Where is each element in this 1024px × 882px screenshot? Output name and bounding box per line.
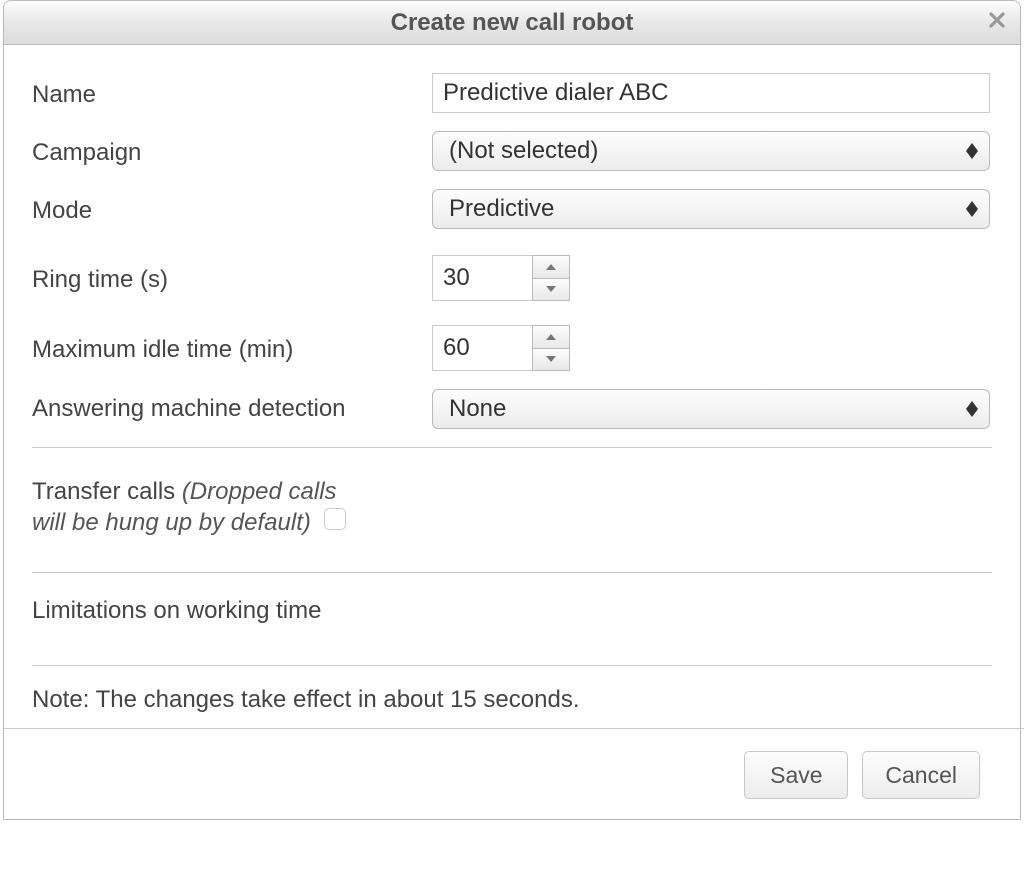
row-name: Name <box>32 73 992 113</box>
label-name: Name <box>32 75 432 110</box>
dialog-body: Name Campaign (Not selected) <box>4 45 1020 819</box>
mode-value: Predictive <box>449 195 554 223</box>
amd-value: None <box>449 395 506 423</box>
campaign-value: (Not selected) <box>449 137 598 165</box>
chevron-up-icon <box>546 264 556 270</box>
dialog-footer: Save Cancel <box>32 729 992 809</box>
transfer-checkbox[interactable] <box>324 508 346 530</box>
note-text: Note: The changes take effect in about 1… <box>32 686 992 714</box>
label-ring-time: Ring time (s) <box>32 260 432 295</box>
save-button[interactable]: Save <box>744 751 848 799</box>
max-idle-up-button[interactable] <box>532 325 570 348</box>
dialog: Create new call robot Name Campaign (Not… <box>3 0 1021 820</box>
cancel-button[interactable]: Cancel <box>862 751 980 799</box>
label-amd: Answering machine detection <box>32 389 432 424</box>
ring-time-input[interactable] <box>432 255 532 301</box>
row-campaign: Campaign (Not selected) <box>32 131 992 171</box>
label-transfer-main: Transfer calls <box>32 478 182 505</box>
row-ring-time: Ring time (s) <box>32 255 992 301</box>
chevron-down-icon <box>546 356 556 362</box>
row-transfer: Transfer calls (Dropped calls will be hu… <box>32 472 992 562</box>
label-mode: Mode <box>32 191 432 226</box>
separator <box>32 665 992 666</box>
chevron-down-icon <box>546 286 556 292</box>
row-amd: Answering machine detection None <box>32 389 992 429</box>
max-idle-down-button[interactable] <box>532 348 570 372</box>
ring-time-down-button[interactable] <box>532 278 570 302</box>
limitations-heading: Limitations on working time <box>32 597 992 625</box>
close-icon <box>987 10 1007 35</box>
mode-select[interactable]: Predictive <box>432 189 990 229</box>
row-mode: Mode Predictive <box>32 189 992 229</box>
dialog-header: Create new call robot <box>4 1 1020 45</box>
name-input[interactable] <box>432 73 990 113</box>
separator <box>32 572 992 573</box>
chevron-up-icon <box>546 334 556 340</box>
campaign-select[interactable]: (Not selected) <box>432 131 990 171</box>
ring-time-up-button[interactable] <box>532 255 570 278</box>
label-campaign: Campaign <box>32 133 432 168</box>
close-button[interactable] <box>984 10 1010 36</box>
label-transfer: Transfer calls (Dropped calls will be hu… <box>32 472 372 538</box>
dialog-title: Create new call robot <box>391 9 634 37</box>
separator <box>32 447 992 448</box>
amd-select[interactable]: None <box>432 389 990 429</box>
row-max-idle: Maximum idle time (min) <box>32 325 992 371</box>
max-idle-input[interactable] <box>432 325 532 371</box>
label-max-idle: Maximum idle time (min) <box>32 330 432 365</box>
